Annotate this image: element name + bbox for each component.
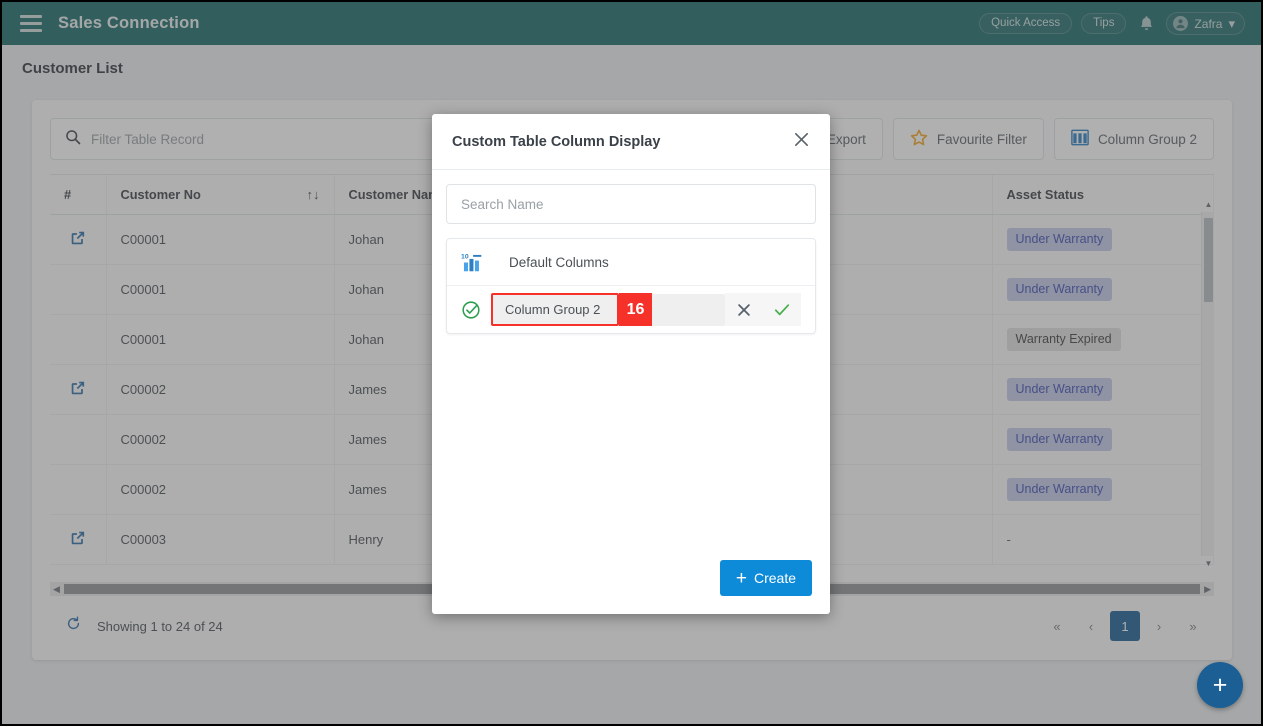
annotation-number: 16: [619, 293, 652, 326]
column-group-label: Column Group 2: [1097, 131, 1197, 147]
star-icon: [910, 129, 928, 150]
user-name: Zafra: [1194, 16, 1223, 31]
plus-icon: +: [1212, 670, 1228, 699]
dialog-body: Search Name 10 Default Columns Column Gr…: [432, 170, 830, 560]
search-icon: [65, 129, 81, 150]
favourite-filter-label: Favourite Filter: [936, 131, 1027, 147]
status-badge: Under Warranty: [1006, 428, 1113, 451]
app-screen: Sales Connection Quick Access Tips Zafra…: [0, 0, 1263, 726]
refresh-icon[interactable]: [66, 616, 81, 636]
list-item-default-columns[interactable]: 10 Default Columns: [447, 239, 815, 286]
avatar: [1173, 16, 1189, 31]
bell-icon[interactable]: [1135, 13, 1157, 35]
dialog-header: Custom Table Column Display: [432, 114, 830, 170]
vertical-scroll-thumb[interactable]: [1204, 218, 1213, 302]
columns-icon: [1071, 129, 1089, 149]
export-label: Export: [826, 131, 866, 147]
quick-access-button[interactable]: Quick Access: [979, 13, 1073, 34]
row-open-cell: [50, 314, 107, 365]
row-open-cell: [50, 264, 107, 315]
cell-asset-status: Under Warranty: [992, 464, 1214, 515]
pagination: « ‹ 1 › »: [1042, 611, 1214, 641]
pagination-last[interactable]: »: [1178, 611, 1208, 641]
close-icon[interactable]: [793, 131, 810, 152]
row-open-cell: [50, 464, 107, 515]
user-menu[interactable]: Zafra ▾: [1166, 12, 1245, 35]
cell-customer-no: C00002: [106, 414, 335, 465]
cell-asset-status: Under Warranty: [992, 264, 1214, 315]
page-title: Customer List: [22, 59, 123, 77]
hamburger-icon[interactable]: [20, 15, 42, 32]
cell-asset-status: Warranty Expired: [992, 314, 1214, 365]
column-group-button[interactable]: Column Group 2: [1053, 118, 1214, 160]
sort-icon[interactable]: ↑↓: [307, 187, 320, 202]
pagination-next[interactable]: ›: [1144, 611, 1174, 641]
dialog-title: Custom Table Column Display: [452, 133, 661, 150]
cell-customer-no: C00002: [106, 364, 335, 415]
list-item-label: Default Columns: [509, 254, 609, 270]
dialog-search-placeholder: Search Name: [461, 196, 544, 212]
cell-asset-status: -: [992, 514, 1214, 565]
row-open-cell[interactable]: [50, 514, 107, 565]
column-group-list: 10 Default Columns Column Group 2 16: [446, 238, 816, 334]
chevron-down-icon: ▾: [1228, 15, 1235, 31]
column-header-customer-no-label: Customer No: [120, 187, 201, 202]
status-badge: -: [1006, 532, 1011, 547]
dialog-search-input[interactable]: Search Name: [446, 184, 816, 224]
top-navigation-bar: Sales Connection Quick Access Tips Zafra…: [2, 2, 1261, 45]
status-badge: Warranty Expired: [1006, 328, 1121, 351]
pagination-first[interactable]: «: [1042, 611, 1072, 641]
record-count-label: Showing 1 to 24 of 24: [97, 618, 223, 634]
create-label: Create: [753, 570, 796, 586]
cell-customer-no: C00001: [106, 214, 335, 265]
scroll-right-icon[interactable]: ▶: [1204, 584, 1211, 595]
cell-customer-no: C00001: [106, 264, 335, 315]
scroll-down-icon[interactable]: ▼: [1204, 559, 1213, 568]
scroll-up-icon[interactable]: ▲: [1204, 200, 1213, 209]
row-open-cell: [50, 414, 107, 465]
column-group-name-value: Column Group 2: [505, 302, 601, 317]
row-open-cell[interactable]: [50, 214, 107, 265]
status-badge: Under Warranty: [1006, 228, 1113, 251]
cell-asset-status: Under Warranty: [992, 364, 1214, 415]
scroll-left-icon[interactable]: ◀: [53, 584, 60, 595]
row-open-cell[interactable]: [50, 364, 107, 415]
app-title: Sales Connection: [58, 14, 200, 32]
favourite-filter-button[interactable]: Favourite Filter: [892, 118, 1044, 160]
topbar-right-group: Quick Access Tips Zafra ▾: [979, 12, 1249, 35]
open-external-icon[interactable]: [69, 379, 87, 400]
confirm-edit-button[interactable]: [763, 293, 801, 326]
cell-customer-no: C00003: [106, 514, 335, 565]
column-header-index: #: [50, 175, 107, 215]
check-circle-icon[interactable]: [461, 300, 483, 320]
status-badge: Under Warranty: [1006, 478, 1113, 501]
table-vertical-scrollbar[interactable]: ▲ ▼: [1201, 200, 1214, 568]
column-header-customer-no[interactable]: Customer No ↑↓: [106, 175, 335, 215]
plus-icon: +: [735, 567, 747, 589]
custom-table-column-display-dialog: Custom Table Column Display Search Name …: [432, 114, 830, 614]
status-badge: Under Warranty: [1006, 378, 1113, 401]
pagination-prev[interactable]: ‹: [1076, 611, 1106, 641]
open-external-icon[interactable]: [69, 529, 87, 550]
status-badge: Under Warranty: [1006, 278, 1113, 301]
column-group-edit-row: Column Group 2 16: [447, 286, 815, 333]
svg-text:10: 10: [461, 253, 469, 260]
cell-customer-no: C00001: [106, 314, 335, 365]
tips-button[interactable]: Tips: [1081, 13, 1127, 34]
column-header-asset-status[interactable]: Asset Status: [992, 175, 1214, 215]
create-button[interactable]: + Create: [719, 560, 812, 596]
cell-asset-status: Under Warranty: [992, 214, 1214, 265]
cell-customer-no: C00002: [106, 464, 335, 515]
dialog-footer: + Create: [432, 560, 830, 614]
search-placeholder: Filter Table Record: [91, 131, 205, 147]
pagination-page-1[interactable]: 1: [1110, 611, 1140, 641]
cell-asset-status: Under Warranty: [992, 414, 1214, 465]
add-record-fab[interactable]: +: [1197, 662, 1243, 708]
page-title-bar: Customer List: [2, 45, 1261, 91]
column-group-name-input[interactable]: Column Group 2: [491, 293, 725, 326]
bar-chart-10-icon: 10: [461, 252, 487, 273]
open-external-icon[interactable]: [69, 229, 87, 250]
cancel-edit-button[interactable]: [725, 293, 763, 326]
